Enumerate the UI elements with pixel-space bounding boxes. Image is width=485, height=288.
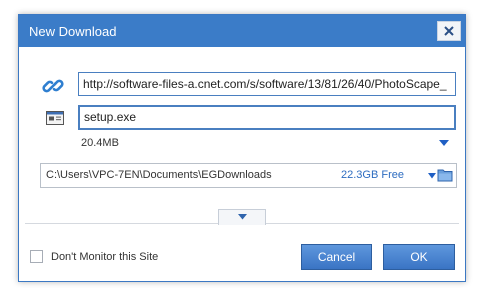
file-size-label: 20.4MB xyxy=(81,137,119,149)
save-folder-selector[interactable]: C:\Users\VPC-7EN\Documents\EGDownloads 2… xyxy=(40,163,457,188)
filename-input[interactable]: setup.exe xyxy=(78,105,456,130)
expand-arrow-icon xyxy=(238,214,247,220)
title-bar: New Download xyxy=(19,15,465,47)
dont-monitor-label: Don't Monitor this Site xyxy=(51,251,159,263)
new-download-dialog: New Download http://software-files-a.cne… xyxy=(18,14,466,282)
expand-options-button[interactable] xyxy=(218,209,266,225)
file-icon xyxy=(46,111,64,125)
url-input[interactable]: http://software-files-a.cnet.com/s/softw… xyxy=(78,72,456,96)
link-icon xyxy=(42,79,64,93)
free-space-label[interactable]: 22.3GB Free xyxy=(341,169,404,181)
ok-button[interactable]: OK xyxy=(383,244,455,270)
chevron-down-icon[interactable] xyxy=(439,139,449,147)
close-icon xyxy=(444,26,454,36)
dont-monitor-checkbox[interactable] xyxy=(30,250,43,263)
folder-path: C:\Users\VPC-7EN\Documents\EGDownloads xyxy=(46,169,272,181)
dialog-title: New Download xyxy=(29,24,117,39)
cancel-button[interactable]: Cancel xyxy=(301,244,372,270)
folder-icon[interactable] xyxy=(437,168,453,182)
close-button[interactable] xyxy=(437,21,461,41)
free-space-dropdown-icon[interactable] xyxy=(428,173,436,179)
